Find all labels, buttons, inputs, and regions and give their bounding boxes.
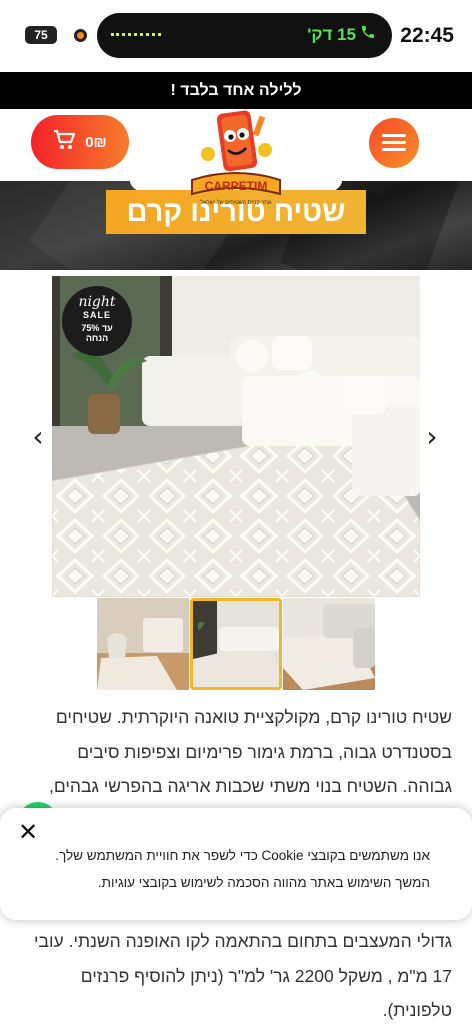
promo-bar[interactable]: ללילה אחד בלבד ! bbox=[0, 72, 472, 109]
battery-icon: 75 bbox=[25, 26, 57, 44]
description-line: בסטנדרט גבוה, ברמת גימור פרימיום וצפיפות… bbox=[77, 741, 452, 762]
close-icon[interactable]: ✕ bbox=[16, 820, 40, 844]
logo-mascot-icon bbox=[201, 110, 272, 172]
description-line: שטיח טורינו קרם, מקולקציית טואנה היוקרתי… bbox=[55, 707, 452, 727]
cart-button[interactable]: 0₪ bbox=[31, 115, 129, 169]
thumbnail-strip bbox=[97, 598, 375, 690]
clock: 22:45 bbox=[400, 24, 454, 47]
product-description: שטיח טורינו קרם, מקולקציית טואנה היוקרתי… bbox=[20, 700, 452, 804]
logo-tagline: אתר קניית השטיחים של ישראל bbox=[201, 199, 272, 206]
cookie-message-line: המשך השימוש באתר מהווה הסכמה לשימוש בקוב… bbox=[97, 875, 430, 890]
sale-badge-percent: עד 75% bbox=[81, 323, 113, 333]
gallery-next-arrow[interactable]: › bbox=[422, 422, 442, 452]
cookie-message-line: אנו משתמשים בקובצי Cookie כדי לשפר את חו… bbox=[55, 848, 430, 863]
cart-amount: 0₪ bbox=[85, 133, 107, 151]
sale-badge-script: night bbox=[78, 294, 116, 310]
product-main-image[interactable]: night SALE עד 75% הנחה bbox=[52, 276, 420, 597]
description-line: טלפונית). bbox=[382, 1000, 452, 1020]
description-line: גדולי המעצבים בתחום בהתאמה לקו האופנה הש… bbox=[33, 931, 452, 951]
thumbnail-2[interactable] bbox=[190, 598, 282, 690]
recording-icon bbox=[74, 29, 87, 42]
logo-wordmark: CARPETIM bbox=[205, 179, 268, 193]
call-indicator: 15 דק' bbox=[307, 24, 376, 45]
cart-icon bbox=[53, 129, 77, 155]
cookie-banner: ✕ אנו משתמשים בקובצי Cookie כדי לשפר את … bbox=[0, 808, 472, 920]
audio-wave-icon bbox=[111, 33, 161, 36]
call-duration: 15 דק' bbox=[307, 25, 356, 44]
call-pill[interactable]: 15 דק' bbox=[97, 13, 392, 58]
sale-badge-word: SALE bbox=[82, 310, 111, 320]
hamburger-menu-button[interactable] bbox=[369, 118, 419, 168]
thumbnail-1[interactable] bbox=[97, 598, 189, 690]
menu-icon-bar bbox=[382, 134, 406, 137]
status-bar: 75 15 דק' 22:45 bbox=[0, 0, 472, 72]
phone-icon bbox=[360, 24, 376, 45]
menu-icon-bar bbox=[382, 148, 406, 151]
site-logo[interactable]: CARPETIM אתר קניית השטיחים של ישראל bbox=[186, 108, 286, 210]
description-line: גבוהה. השטיח בנוי משתי שכבות אריגה בהפרש… bbox=[48, 776, 452, 796]
cookie-message: אנו משתמשים בקובצי Cookie כדי לשפר את חו… bbox=[20, 842, 430, 896]
product-description-continued: גדולי המעצבים בתחום בהתאמה לקו האופנה הש… bbox=[20, 924, 452, 1024]
menu-icon-bar bbox=[382, 141, 406, 144]
sale-badge-sub: הנחה bbox=[85, 333, 109, 343]
thumbnail-3[interactable] bbox=[283, 598, 375, 690]
description-line: 17 מ"מ , משקל 2200 גר' למ"ר (ניתן להוסיף… bbox=[80, 965, 452, 986]
gallery-prev-arrow[interactable]: ‹ bbox=[28, 422, 48, 452]
sale-badge: night SALE עד 75% הנחה bbox=[62, 286, 132, 356]
